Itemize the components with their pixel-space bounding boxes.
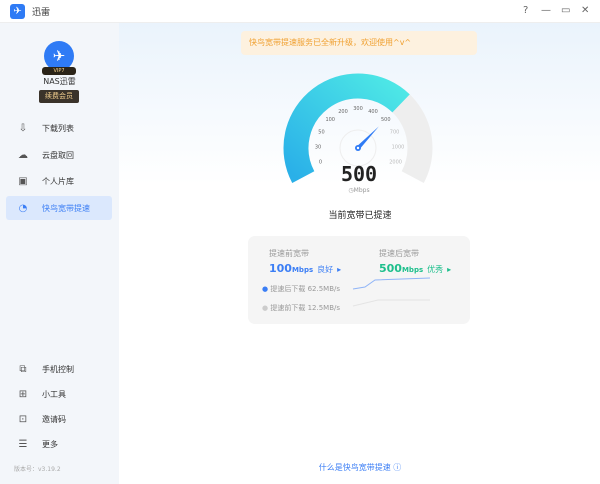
film-icon: ▣ [18, 175, 28, 187]
speedometer-icon: ◔ [18, 202, 28, 214]
download-icon: ⇩ [18, 122, 28, 134]
help-link[interactable]: 什么是快鸟宽带提速 ⓘ [280, 462, 440, 473]
grid-icon: ⊞ [18, 388, 28, 400]
devices-icon: ⧉ [19, 363, 27, 375]
sidebar: ✈ VIP7 NAS迅雷 续费会员 ⇩ 下载列表 ☁ 云盘取回 ▣ 个人片库 ◔ 快鸟宽… [0, 23, 119, 484]
after-download-legend: ● 提速后下载 62.5MB/s [262, 284, 340, 294]
arrow-right-icon: ▸ [447, 265, 452, 274]
version-text: 版本号：v3.19.2 [14, 466, 61, 473]
before-speed[interactable]: 100Mbps 良好 ▸ [269, 262, 341, 275]
sidebar-item-label: 快鸟宽带提速 [42, 203, 90, 213]
gauge-needle-center [356, 146, 360, 150]
sidebar-item-downloads[interactable]: ⇩ 下载列表 [6, 116, 112, 140]
speed-value: 500 [340, 162, 378, 186]
close-button[interactable]: ✕ [581, 5, 589, 16]
gauge-tick-label: 500 [381, 117, 391, 123]
sidebar-item-label: 个人片库 [42, 176, 74, 186]
comparison-card: 提速前宽带 100Mbps 良好 ▸ 提速后宽带 500Mbps 优秀 ▸ ● 提速后下… [248, 236, 470, 324]
before-download-text: 提速前下载 12.5MB/s [270, 304, 341, 312]
sidebar-item-label: 云盘取回 [42, 150, 74, 160]
sidebar-item-library[interactable]: ▣ 个人片库 [6, 169, 112, 193]
sidebar-item-more[interactable]: ☰ 更多 [6, 432, 112, 456]
after-speed-line [352, 277, 431, 290]
gauge-tick-label: 30 [315, 145, 321, 151]
unit-label: Mbps [353, 187, 370, 194]
sidebar-item-label: 更多 [42, 439, 58, 449]
sidebar-item-cloud[interactable]: ☁ 云盘取回 [6, 143, 112, 167]
sidebar-item-speedup[interactable]: ◔ 快鸟宽带提速 [6, 196, 112, 220]
after-download-text: 提速后下载 62.5MB/s [270, 285, 341, 293]
vip-badge: VIP7 [42, 67, 76, 75]
gauge-tick-label: 400 [368, 109, 378, 115]
sidebar-item-label: 下载列表 [42, 123, 74, 133]
sidebar-item-invite[interactable]: ⊡ 邀请码 [6, 407, 112, 431]
user-name: NAS迅雷 [43, 77, 76, 86]
help-button[interactable]: ? [523, 5, 528, 16]
notice-banner: 快鸟宽带提速服务已全新升级，欢迎使用^v^ [241, 31, 477, 55]
gauge-tick-label: 200 [338, 109, 348, 115]
gauge-tick-label: 1000 [392, 145, 405, 151]
renew-vip-button[interactable]: 续费会员 [39, 90, 79, 103]
gauge-tick-label: 300 [353, 106, 363, 112]
menu-icon: ☰ [18, 438, 28, 450]
speed-unit: ◷Mbps [348, 187, 370, 194]
before-label: 提速前宽带 [269, 249, 309, 258]
dot-icon: ● [262, 285, 269, 293]
arrow-right-icon: ▸ [337, 265, 342, 274]
sidebar-item-label: 手机控制 [42, 364, 74, 374]
app-title: 迅雷 [32, 8, 51, 18]
before-download-legend: ● 提速前下载 12.5MB/s [262, 303, 340, 313]
sidebar-item-phone-control[interactable]: ⧉ 手机控制 [6, 357, 112, 381]
speed-lines [352, 277, 431, 307]
before-quality: 良好 [317, 265, 334, 274]
before-value: 100 [269, 262, 292, 275]
title-bar: ✈ 迅雷 ? — ▭ ✕ [0, 0, 600, 23]
before-unit: Mbps [291, 266, 314, 274]
app-logo-icon: ✈ [10, 4, 25, 19]
before-speed-line [352, 299, 430, 307]
minimize-button[interactable]: — [541, 5, 551, 16]
sidebar-item-label: 小工具 [42, 389, 66, 399]
sidebar-item-tools[interactable]: ⊞ 小工具 [6, 382, 112, 406]
gauge-tick-label: 700 [390, 130, 400, 136]
gauge-tick-label: 100 [325, 117, 335, 123]
dot-icon: ● [262, 304, 269, 312]
invite-icon: ⊡ [18, 413, 28, 425]
maximize-button[interactable]: ▭ [561, 5, 570, 16]
gauge-tick-label: 50 [318, 130, 324, 136]
sidebar-item-label: 邀请码 [42, 414, 66, 424]
status-text: 当前宽带已提速 [328, 211, 392, 221]
after-label: 提速后宽带 [379, 249, 419, 258]
cloud-icon: ☁ [18, 149, 28, 161]
